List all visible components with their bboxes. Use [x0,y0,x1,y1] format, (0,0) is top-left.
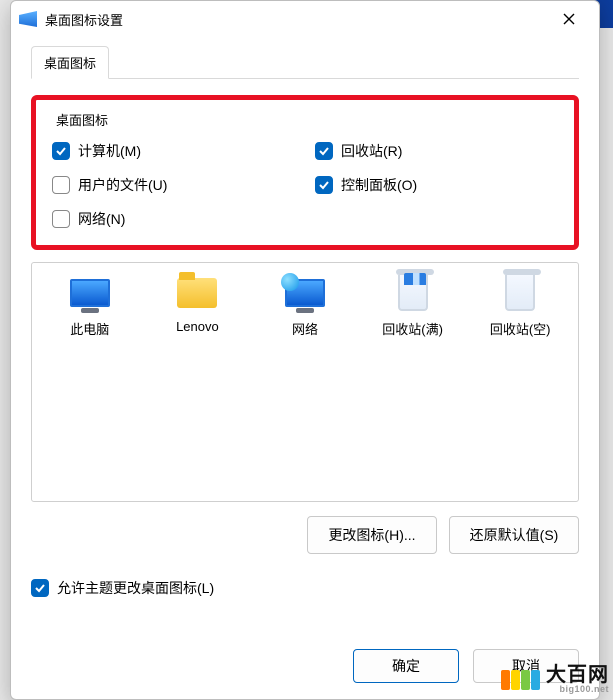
checkbox-box [52,142,70,160]
tab-strip: 桌面图标 [31,45,579,79]
checkbox-box [315,176,333,194]
checkbox-box [315,142,333,160]
watermark-text: 大百网 [546,665,609,685]
recycle-bin-empty-icon [499,273,541,313]
checkbox-network[interactable]: 网络(N) [52,209,295,229]
desktop-icon-settings-dialog: 桌面图标设置 桌面图标 桌面图标 计算机(M) 回收站(R) [10,0,600,700]
dialog-title: 桌面图标设置 [45,10,123,29]
icon-preview-box: 此电脑 Lenovo 网络 回收站(满) 回收站(空) [31,262,579,502]
preview-item-network[interactable]: 网络 [257,273,353,338]
checkbox-label: 控制面板(O) [341,175,417,195]
checkbox-label: 计算机(M) [78,141,141,161]
annotation-highlight: 桌面图标 计算机(M) 回收站(R) 用户的文件(U) 控制面板(O) [31,95,579,250]
tab-desktop-icons[interactable]: 桌面图标 [31,46,109,79]
group-label-desktop-icons: 桌面图标 [56,110,558,129]
preview-item-recycle-empty[interactable]: 回收站(空) [472,273,568,338]
preview-item-this-pc[interactable]: 此电脑 [42,273,138,338]
titlebar: 桌面图标设置 [11,1,599,37]
change-icon-button[interactable]: 更改图标(H)... [307,516,437,554]
close-icon [563,13,575,25]
preview-item-recycle-full[interactable]: 回收站(满) [365,273,461,338]
recycle-bin-full-icon [392,273,434,313]
desktop-icons-checkbox-grid: 计算机(M) 回收站(R) 用户的文件(U) 控制面板(O) 网络(N) [52,141,558,229]
watermark-logo-icon [501,670,540,690]
checkbox-label: 用户的文件(U) [78,175,167,195]
checkbox-label: 网络(N) [78,209,125,229]
checkbox-box [52,176,70,194]
dialog-app-icon [19,11,37,27]
checkbox-label: 允许主题更改桌面图标(L) [57,578,214,598]
watermark: 大百网 big100.net [501,665,609,694]
checkbox-label: 回收站(R) [341,141,402,161]
watermark-subtext: big100.net [559,685,609,694]
ok-button[interactable]: 确定 [353,649,459,683]
checkbox-recycle-bin[interactable]: 回收站(R) [315,141,558,161]
restore-default-button[interactable]: 还原默认值(S) [449,516,579,554]
checkbox-box [31,579,49,597]
checkbox-user-files[interactable]: 用户的文件(U) [52,175,295,195]
checkbox-box [52,210,70,228]
checkbox-allow-theme-change[interactable]: 允许主题更改桌面图标(L) [31,578,579,598]
close-button[interactable] [547,4,591,34]
network-icon [284,273,326,313]
this-pc-icon [69,273,111,313]
folder-icon [176,273,218,313]
preview-item-lenovo[interactable]: Lenovo [149,273,245,338]
checkbox-control-panel[interactable]: 控制面板(O) [315,175,558,195]
checkbox-computer[interactable]: 计算机(M) [52,141,295,161]
